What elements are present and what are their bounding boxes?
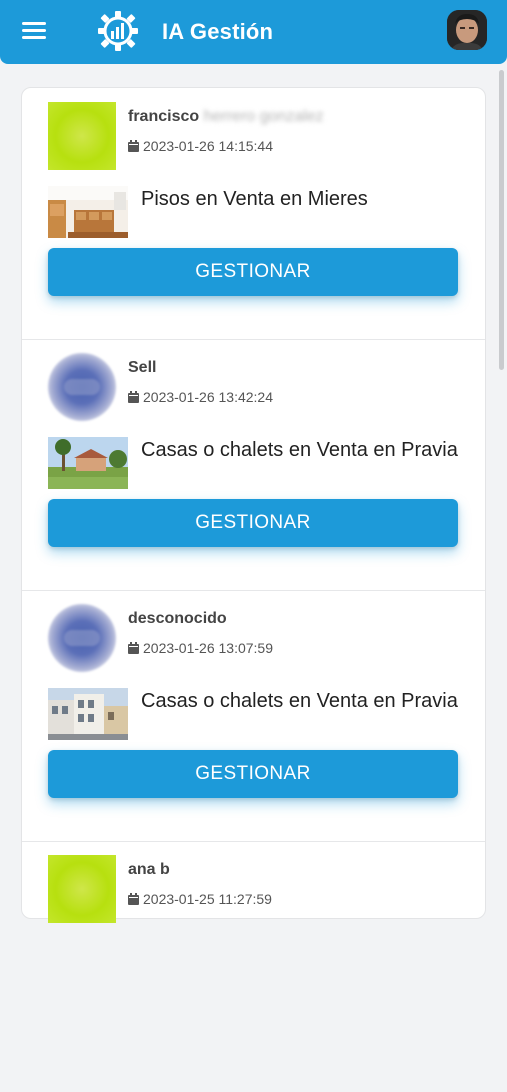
calendar-icon <box>128 893 139 905</box>
scrollbar[interactable] <box>499 70 504 370</box>
lead-card: Sell 2023-01-26 13:42:24 Casas o chalets… <box>22 339 485 591</box>
app-header: IA Gestión <box>0 0 507 64</box>
lead-date: 2023-01-26 13:42:24 <box>143 389 273 405</box>
user-thumbnail <box>48 353 116 421</box>
property-image <box>48 688 128 740</box>
lead-date: 2023-01-26 13:07:59 <box>143 640 273 656</box>
date-row: 2023-01-26 13:07:59 <box>128 640 273 656</box>
date-row: 2023-01-25 11:27:59 <box>128 891 272 907</box>
user-avatar[interactable] <box>447 10 487 50</box>
user-thumbnail <box>48 102 116 170</box>
app-title: IA Gestión <box>162 19 274 44</box>
property-image <box>48 437 128 489</box>
lead-card: ana b 2023-01-25 11:27:59 <box>22 841 485 1092</box>
gestionar-button[interactable]: GESTIONAR <box>48 750 458 798</box>
gestionar-button[interactable]: GESTIONAR <box>48 248 458 296</box>
lead-card: desconocido 2023-01-26 13:07:59 Casas o … <box>22 590 485 842</box>
user-thumbnail <box>48 855 116 923</box>
property-title: Pisos en Venta en Mieres <box>141 188 368 210</box>
calendar-icon <box>128 140 139 152</box>
lead-card: francisco herrero gonzalez 2023-01-26 14… <box>22 88 485 340</box>
calendar-icon <box>128 642 139 654</box>
user-thumbnail <box>48 604 116 672</box>
leads-list: francisco herrero gonzalez 2023-01-26 14… <box>21 87 486 923</box>
date-row: 2023-01-26 14:15:44 <box>128 138 273 154</box>
hamburger-menu-icon[interactable] <box>22 22 46 40</box>
user-name: ana b <box>128 861 170 878</box>
user-name: Sell <box>128 359 157 376</box>
property-title: Casas o chalets en Venta en Pravia <box>141 690 458 712</box>
user-name: francisco herrero gonzalez <box>128 108 324 125</box>
property-image <box>48 186 128 238</box>
user-name: desconocido <box>128 610 227 627</box>
date-row: 2023-01-26 13:42:24 <box>128 389 273 405</box>
property-title: Casas o chalets en Venta en Pravia <box>141 439 458 461</box>
lead-date: 2023-01-26 14:15:44 <box>143 138 273 154</box>
calendar-icon <box>128 391 139 403</box>
lead-date: 2023-01-25 11:27:59 <box>143 891 272 907</box>
gestionar-button[interactable]: GESTIONAR <box>48 499 458 547</box>
gear-chart-logo-icon <box>98 11 138 51</box>
